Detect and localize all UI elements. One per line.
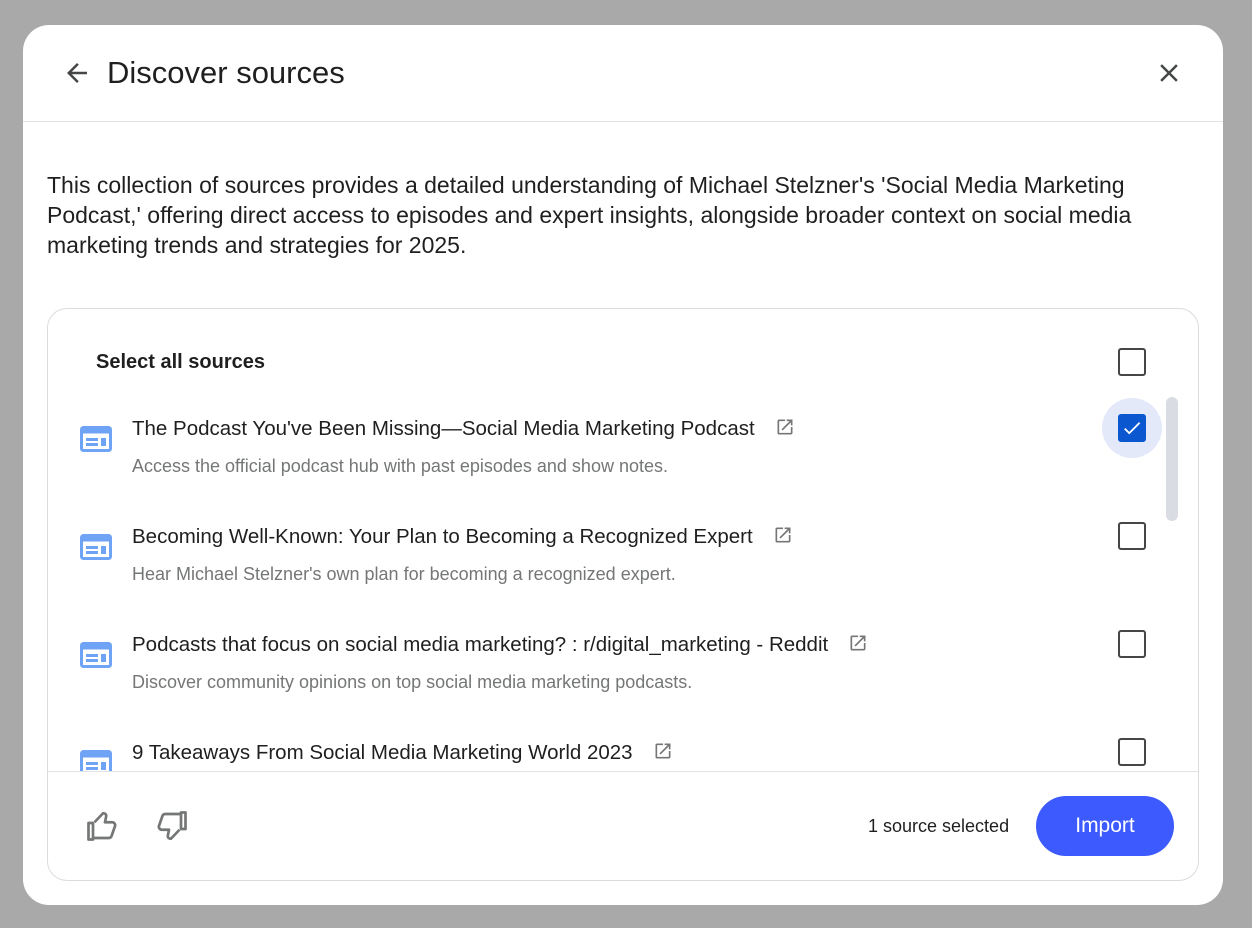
open-in-new-icon[interactable] [773,525,793,545]
source-title: Becoming Well-Known: Your Plan to Becomi… [132,525,793,549]
source-title-text: Becoming Well-Known: Your Plan to Becomi… [132,525,753,548]
back-button[interactable] [59,55,95,91]
sources-panel: Select all sources The Podcast You've Be… [47,308,1199,881]
dialog-title: Discover sources [107,55,345,90]
sources-list[interactable]: Select all sources The Podcast You've Be… [48,309,1198,771]
discover-sources-dialog: Discover sources This collection of sour… [23,25,1223,905]
web-page-icon [80,750,112,771]
source-description: Access the official podcast hub with pas… [132,456,668,476]
arrow-left-icon [67,63,87,83]
select-all-checkbox[interactable] [1118,348,1146,376]
source-title-text: Podcasts that focus on social media mark… [132,633,829,656]
close-icon [1160,64,1178,82]
web-page-icon [80,642,112,668]
close-button[interactable] [1151,55,1187,91]
thumbs-down-icon [157,811,187,841]
thumbs-down-button[interactable] [152,806,192,846]
source-item[interactable]: Podcasts that focus on social media mark… [48,613,1158,713]
source-checkbox[interactable] [1118,522,1146,550]
source-item[interactable]: Becoming Well-Known: Your Plan to Becomi… [48,505,1158,605]
source-checkbox[interactable] [1118,630,1146,658]
source-title: Podcasts that focus on social media mark… [132,633,868,657]
import-button[interactable]: Import [1036,796,1174,856]
open-in-new-icon[interactable] [653,741,673,761]
thumbs-up-icon [87,811,117,841]
source-description: Discover community opinions on top socia… [132,672,693,692]
web-page-icon [80,426,112,452]
source-checkbox[interactable] [1118,738,1146,766]
source-title-text: 9 Takeaways From Social Media Marketing … [132,741,633,764]
web-page-icon [80,534,112,560]
checkmark-icon [1124,422,1141,435]
source-title: 9 Takeaways From Social Media Marketing … [132,741,673,765]
source-item[interactable]: The Podcast You've Been Missing—Social M… [48,397,1158,497]
dialog-header: Discover sources [23,25,1223,122]
thumbs-up-button[interactable] [82,806,122,846]
source-title: The Podcast You've Been Missing—Social M… [132,417,795,441]
dialog-footer: 1 source selected Import [48,771,1198,880]
source-description: Hear Michael Stelzner's own plan for bec… [132,564,676,584]
source-checkbox[interactable] [1118,414,1146,442]
selected-count: 1 source selected [868,816,1010,836]
collection-description: This collection of sources provides a de… [47,172,1132,258]
source-item[interactable]: 9 Takeaways From Social Media Marketing … [48,721,1158,771]
select-all-label: Select all sources [96,351,265,373]
open-in-new-icon[interactable] [775,417,795,437]
open-in-new-icon[interactable] [848,633,868,653]
source-title-text: The Podcast You've Been Missing—Social M… [132,417,755,440]
scrollbar-thumb[interactable] [1166,397,1178,521]
